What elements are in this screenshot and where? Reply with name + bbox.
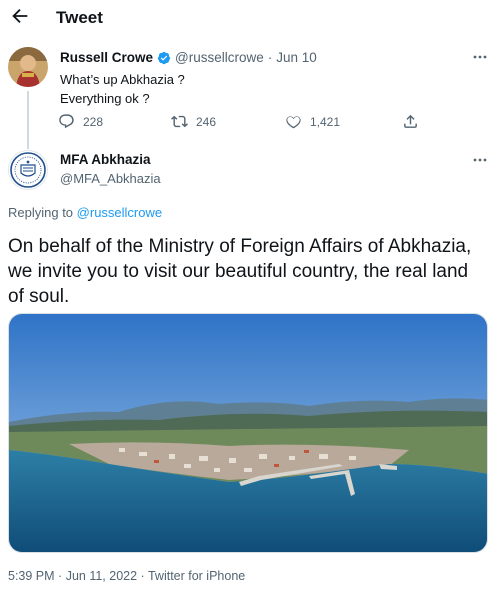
separator-dot: · — [267, 50, 273, 65]
replying-prefix: Replying to — [8, 205, 74, 220]
author-handle[interactable]: @MFA_Abkhazia — [60, 171, 161, 186]
russell-crowe-avatar[interactable] — [8, 47, 48, 87]
reply-count: 228 — [83, 114, 104, 129]
tweet-photo[interactable] — [8, 313, 488, 553]
parent-tweet-text: What’s up Abkhazia ? Everything ok ? — [60, 70, 185, 108]
replying-to-line: Replying to @russellcrowe — [8, 205, 162, 220]
like-count: 1,421 — [310, 114, 341, 129]
parent-tweet-header: Russell Crowe @russellcrowe · Jun 10 — [60, 50, 317, 65]
page-title: Tweet — [56, 8, 103, 27]
separator-dot: · — [58, 569, 63, 583]
retweet-button[interactable]: 246 — [171, 113, 216, 130]
thread-connector-line — [27, 91, 29, 149]
share-icon — [404, 114, 417, 128]
parent-more-button[interactable] — [472, 54, 488, 68]
reply-icon — [59, 114, 74, 129]
back-button[interactable] — [9, 5, 31, 27]
tweet-body-text: On behalf of the Ministry of Foreign Aff… — [8, 236, 472, 307]
verified-badge-icon — [157, 51, 171, 65]
author-name[interactable]: Russell Crowe — [60, 50, 153, 65]
mfa-abkhazia-avatar[interactable] — [8, 150, 48, 190]
separator-dot: · — [140, 569, 145, 583]
top-bar: Tweet — [0, 0, 500, 36]
replying-to-link[interactable]: @russellcrowe — [77, 205, 162, 220]
parent-text-line-1: What’s up Abkhazia ? — [60, 72, 185, 87]
heart-icon — [286, 116, 301, 129]
tweet-source: Twitter for iPhone — [147, 569, 246, 583]
parent-text-line-2: Everything ok ? — [60, 91, 150, 106]
tweet-date[interactable]: Jun 10 — [276, 50, 317, 65]
tweet-full-date[interactable]: Jun 11, 2022 — [66, 569, 137, 583]
retweet-count: 246 — [196, 114, 217, 129]
like-button[interactable]: 1,421 — [285, 113, 340, 130]
tweet-meta: 5:39 PM · Jun 11, 2022 · Twitter for iPh… — [8, 569, 245, 583]
parent-tweet-actions: 228 246 1,421 — [58, 113, 428, 133]
avatar-image — [8, 47, 48, 87]
share-button[interactable] — [402, 113, 427, 130]
tweet-time[interactable]: 5:39 PM — [8, 569, 55, 583]
arrow-left-icon — [12, 8, 28, 24]
author-name[interactable]: MFA Abkhazia — [60, 152, 151, 167]
author-handle[interactable]: @russellcrowe — [175, 50, 264, 65]
coastal-city-photo — [9, 314, 487, 552]
mfa-emblem-icon — [10, 152, 46, 188]
retweet-icon — [171, 115, 188, 128]
more-horizontal-icon — [473, 158, 487, 162]
main-more-button[interactable] — [472, 157, 488, 171]
more-horizontal-icon — [473, 55, 487, 59]
reply-button[interactable]: 228 — [58, 113, 103, 130]
